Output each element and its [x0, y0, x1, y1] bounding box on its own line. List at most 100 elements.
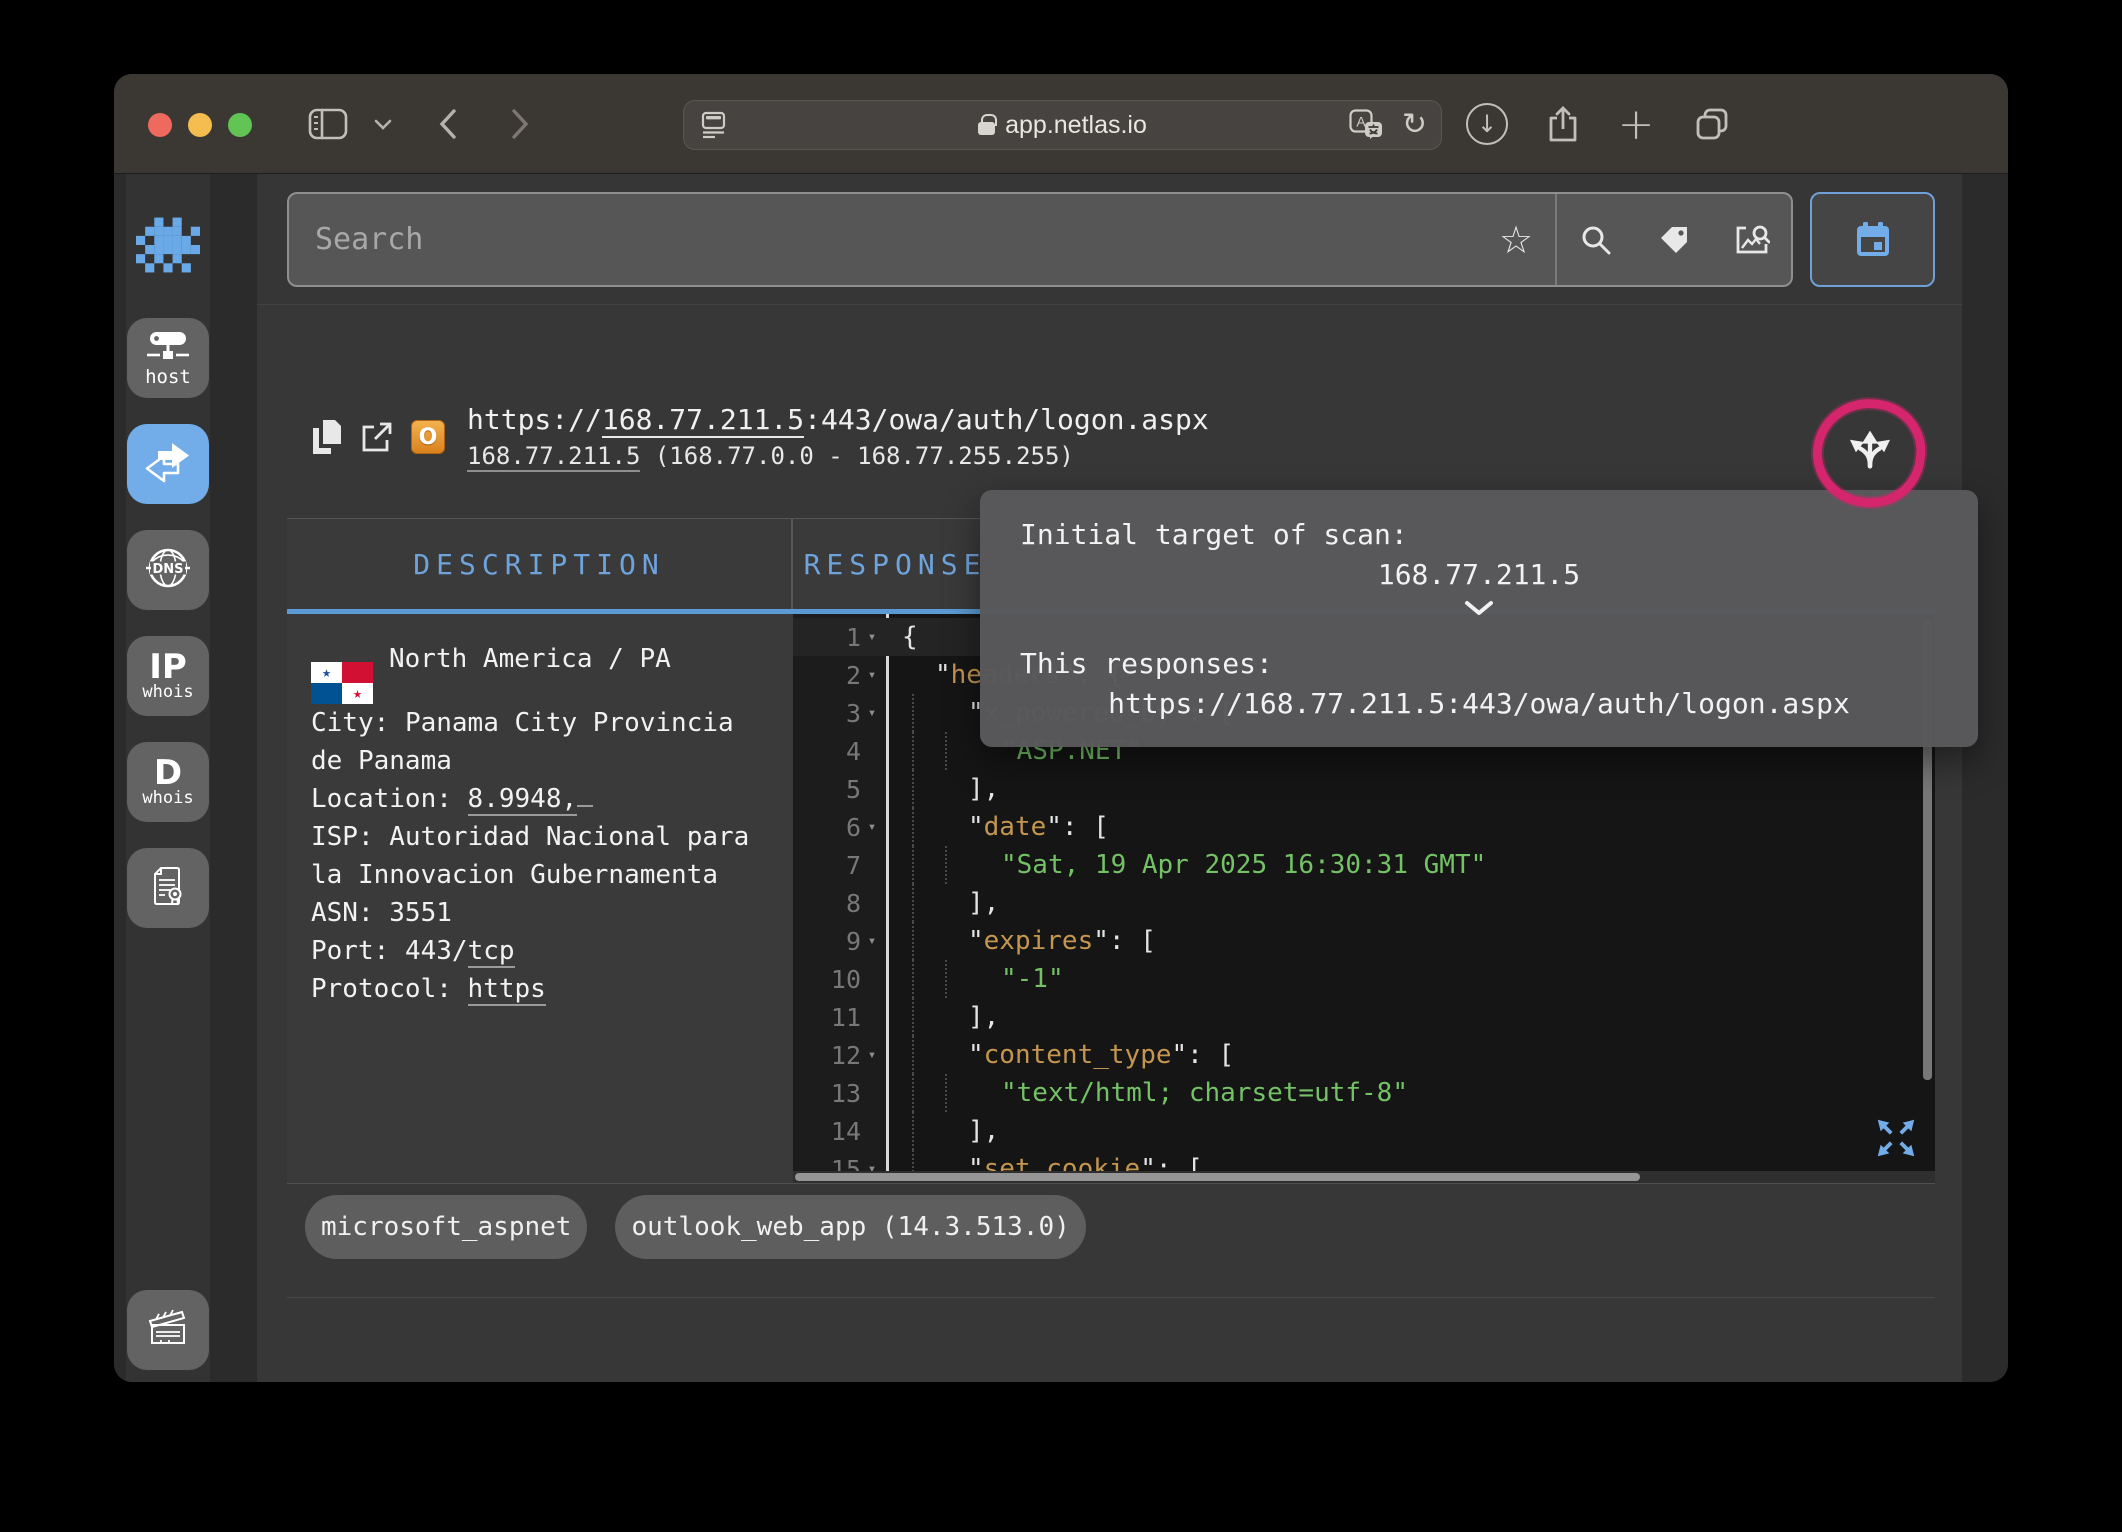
line-number: 14: [831, 1117, 861, 1146]
translate-icon[interactable]: A: [1349, 109, 1383, 141]
results-area: O https://168.77.211.5:443/owa/auth/logo…: [257, 305, 1962, 1382]
line-number: 7: [846, 851, 861, 880]
line-number: 2: [846, 661, 861, 690]
protocol-link[interactable]: https: [468, 974, 546, 1006]
fold-toggle-icon[interactable]: ▾: [864, 819, 880, 835]
reload-icon[interactable]: ↻: [1402, 110, 1427, 140]
tooltip-initial-label: Initial target of scan:: [1020, 518, 1408, 551]
location-link[interactable]: 8.9948,: [468, 784, 578, 816]
lock-icon: [978, 122, 995, 135]
tab-description[interactable]: DESCRIPTION: [287, 519, 793, 609]
minimize-window-button[interactable]: [188, 113, 212, 137]
downloads-button[interactable]: ↓: [1463, 74, 1511, 174]
tooltip-chevron-down-icon: [980, 600, 1978, 616]
tag-icon[interactable]: [1635, 194, 1713, 285]
close-window-button[interactable]: [148, 113, 172, 137]
tags-row: microsoft_aspnet outlook_web_app (14.3.5…: [305, 1195, 1086, 1259]
line-number: 15: [831, 1155, 861, 1172]
outlook-favicon: O: [411, 420, 445, 454]
tooltip-responses-label: This responses:: [1020, 647, 1273, 680]
domain-whois-label: D: [154, 758, 182, 788]
history-calendar-button[interactable]: [1810, 192, 1935, 287]
tab-response[interactable]: RESPONSE: [793, 519, 997, 609]
address-bar[interactable]: app.netlas.io A ↻: [683, 100, 1442, 150]
fold-toggle-icon[interactable]: ▾: [864, 667, 880, 683]
share-button[interactable]: [1539, 74, 1587, 174]
netlas-logo[interactable]: [136, 216, 200, 274]
sidebar-item-dns[interactable]: DNS: [127, 530, 209, 610]
result-header: O https://168.77.211.5:443/owa/auth/logo…: [311, 401, 1209, 473]
code-line: 10"-1": [793, 960, 1935, 998]
tab-overview-button[interactable]: [1688, 74, 1736, 174]
search-row: ☆: [257, 174, 1962, 305]
isp-line: ISP: Autoridad Nacional para la Innovaci…: [311, 818, 769, 894]
copy-icon[interactable]: [311, 418, 343, 456]
image-search-icon[interactable]: [1713, 194, 1791, 285]
code-line: 5],: [793, 770, 1935, 808]
fold-toggle-icon[interactable]: ▾: [864, 933, 880, 949]
sidebar-item-ip-whois[interactable]: IP whois: [127, 636, 209, 716]
redirect-path-button[interactable]: [1844, 423, 1896, 475]
sidebar-item-domain-whois[interactable]: D whois: [127, 742, 209, 822]
result-url-block: https://168.77.211.5:443/owa/auth/logon.…: [467, 401, 1209, 473]
line-number: 5: [846, 775, 861, 804]
sidebar-item-responses[interactable]: [127, 424, 209, 504]
fold-toggle-icon[interactable]: ▾: [864, 705, 880, 721]
line-number: 3: [846, 699, 861, 728]
new-tab-button[interactable]: +: [1612, 74, 1660, 174]
tags-divider: [287, 1297, 1935, 1298]
address-text: app.netlas.io: [1005, 111, 1147, 140]
tag-microsoft-aspnet[interactable]: microsoft_aspnet: [305, 1195, 587, 1259]
fold-toggle-icon[interactable]: ▾: [864, 1047, 880, 1063]
responses-icon: [144, 440, 192, 488]
sidebar-chevron-icon[interactable]: [370, 74, 396, 174]
favorites-star-icon[interactable]: ☆: [1477, 194, 1555, 285]
main-content: ☆: [257, 174, 1962, 1382]
page-area: host DNS: [114, 174, 2008, 1382]
sidebar-item-host[interactable]: host: [127, 318, 209, 398]
code-line: 12▾"content_type": [: [793, 1036, 1935, 1074]
sidebar-toggle-icon[interactable]: [306, 74, 350, 174]
expand-fullscreen-button[interactable]: [1873, 1115, 1919, 1161]
code-line: 13"text/html; charset=utf-8": [793, 1074, 1935, 1112]
app-sidebar: host DNS: [126, 174, 210, 1382]
protocol-line: Protocol: https: [311, 970, 769, 1008]
result-url-ip-link[interactable]: 168.77.211.5: [602, 403, 804, 438]
region-line: ★★ North America / PA: [311, 640, 769, 704]
line-number: 1: [846, 623, 861, 652]
search-box: ☆: [287, 192, 1793, 287]
clapperboard-icon: [145, 1307, 191, 1353]
fold-toggle-icon[interactable]: ▾: [864, 1161, 880, 1171]
fold-toggle-icon[interactable]: ▾: [864, 629, 880, 645]
forward-button[interactable]: [498, 74, 542, 174]
description-panel: ★★ North America / PA City: Panama City …: [287, 614, 793, 1184]
svg-text:DNS: DNS: [152, 562, 183, 577]
code-line: 11],: [793, 998, 1935, 1036]
back-button[interactable]: [426, 74, 470, 174]
sidebar-item-certificates[interactable]: [127, 848, 209, 928]
scan-target-tooltip: Initial target of scan: 168.77.211.5 Thi…: [980, 490, 1978, 747]
code-line: 9▾"expires": [: [793, 922, 1935, 960]
code-line: 15▾"set_cookie": [: [793, 1150, 1935, 1171]
tooltip-initial-value: 168.77.211.5: [980, 558, 1978, 591]
line-number: 10: [831, 965, 861, 994]
sidebar-item-scenes[interactable]: [127, 1290, 209, 1370]
code-line: 14],: [793, 1112, 1935, 1150]
city-line: City: Panama City Provincia de Panama: [311, 704, 769, 780]
search-icon[interactable]: [1557, 194, 1635, 285]
certificate-icon: [148, 863, 188, 913]
tooltip-responses-value: https://168.77.211.5:443/owa/auth/logon.…: [980, 687, 1978, 720]
host-icon: [145, 330, 191, 366]
port-protocol-link[interactable]: tcp: [468, 936, 515, 968]
result-ip-range: 168.77.211.5 (168.77.0.0 - 168.77.255.25…: [467, 439, 1209, 473]
code-line: 8],: [793, 884, 1935, 922]
external-link-icon[interactable]: [361, 421, 393, 453]
search-input[interactable]: [289, 194, 1477, 285]
result-ip-link[interactable]: 168.77.211.5: [467, 442, 640, 472]
panama-flag-icon: ★★: [311, 662, 373, 704]
code-horizontal-scrollbar[interactable]: [793, 1171, 1935, 1183]
sidebar-host-label: host: [145, 368, 191, 387]
zoom-window-button[interactable]: [228, 113, 252, 137]
redirect-arrows-icon: [1844, 423, 1896, 475]
tag-outlook-web-app[interactable]: outlook_web_app (14.3.513.0): [615, 1195, 1085, 1259]
